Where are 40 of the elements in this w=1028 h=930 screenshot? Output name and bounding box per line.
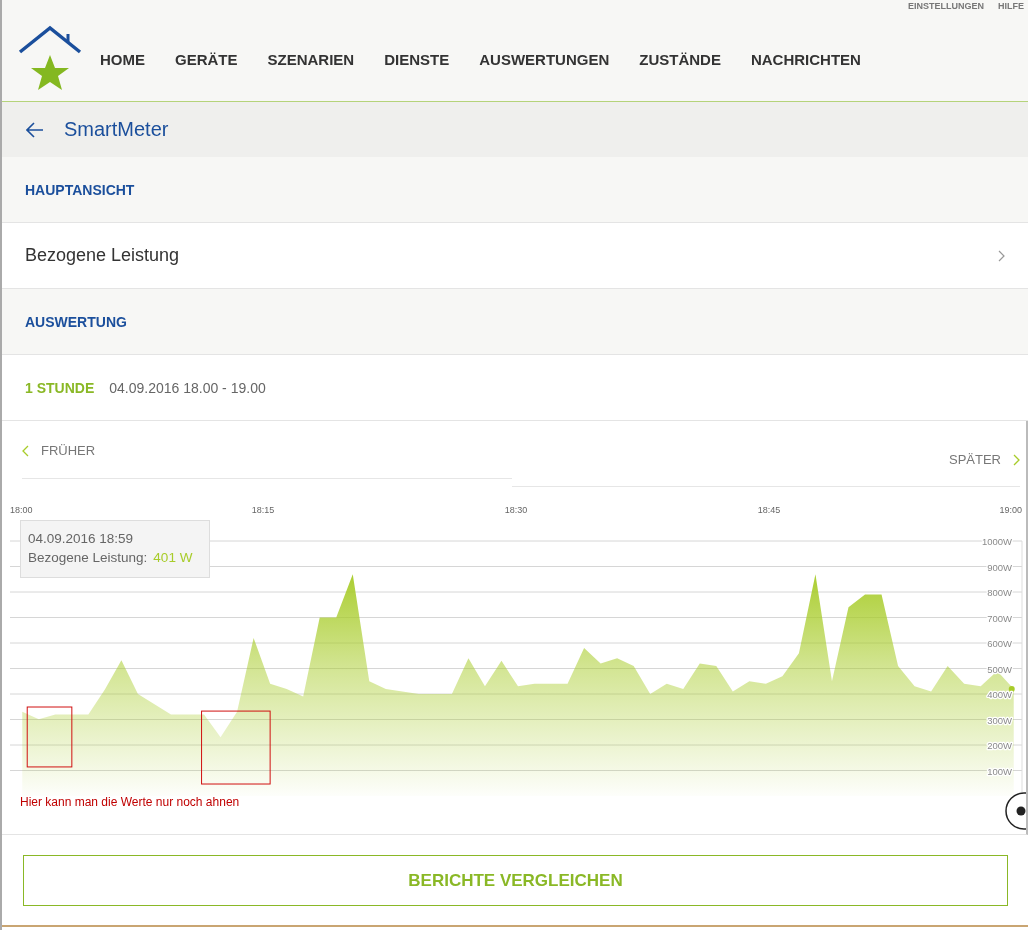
x-axis-label: 19:00 [999,505,1022,515]
top-link[interactable]: EINSTELLUNGEN [908,1,984,11]
chevron-left-icon [22,444,29,457]
nav-item[interactable]: AUSWERTUNGEN [479,51,610,68]
y-axis-label: 300W [987,714,1012,726]
tooltip-label: Bezogene Leistung: [28,550,148,565]
data-point-marker [1008,685,1015,692]
y-axis-label: 600W [987,638,1012,649]
tooltip-time: 04.09.2016 18:59 [28,531,135,546]
annotation-box [26,706,73,768]
back-arrow-icon[interactable] [26,121,44,138]
x-axis-label: 18:00 [10,505,33,515]
page-title: SmartMeter [64,118,169,141]
date-range: 04.09.2016 18.00 - 19.00 [109,379,266,396]
nav-item[interactable]: GERÄTE [175,51,238,68]
x-axis-label: 18:45 [757,505,781,515]
nav-item[interactable]: HOME [100,51,145,68]
nav-item[interactable]: NACHRICHTEN [750,51,861,68]
y-axis-label: 500W [987,663,1012,675]
x-axis-label: 18:15 [251,505,275,515]
earlier-link[interactable]: FRÜHER [22,443,96,458]
nav-item[interactable]: ZUSTÄNDE [639,51,721,68]
tooltip-value: 401 W [153,550,193,565]
annotation-text: Hier kann man die Werte nur noch ahnen [20,795,240,809]
y-axis-label: 800W [987,587,1012,598]
y-axis-label: 900W [987,561,1012,573]
y-axis-label: 400W [987,689,1012,700]
y-axis-label: 700W [987,612,1012,624]
section-heading: HAUPTANSICHT [25,181,135,198]
later-link[interactable]: SPÄTER [949,452,1020,467]
y-axis-label: 100W [987,765,1012,777]
nav-item[interactable]: SZENARIEN [267,51,355,68]
chevron-right-icon [1013,453,1020,466]
chevron-right-icon [998,249,1006,262]
nav-item[interactable]: DIENSTE [384,51,450,68]
section-heading: AUSWERTUNG [25,313,127,330]
x-axis-label: 18:30 [504,505,528,515]
y-axis-label: 1000W [981,536,1012,547]
top-link[interactable]: HILFE [998,1,1024,11]
y-axis-label: 200W [987,740,1012,751]
